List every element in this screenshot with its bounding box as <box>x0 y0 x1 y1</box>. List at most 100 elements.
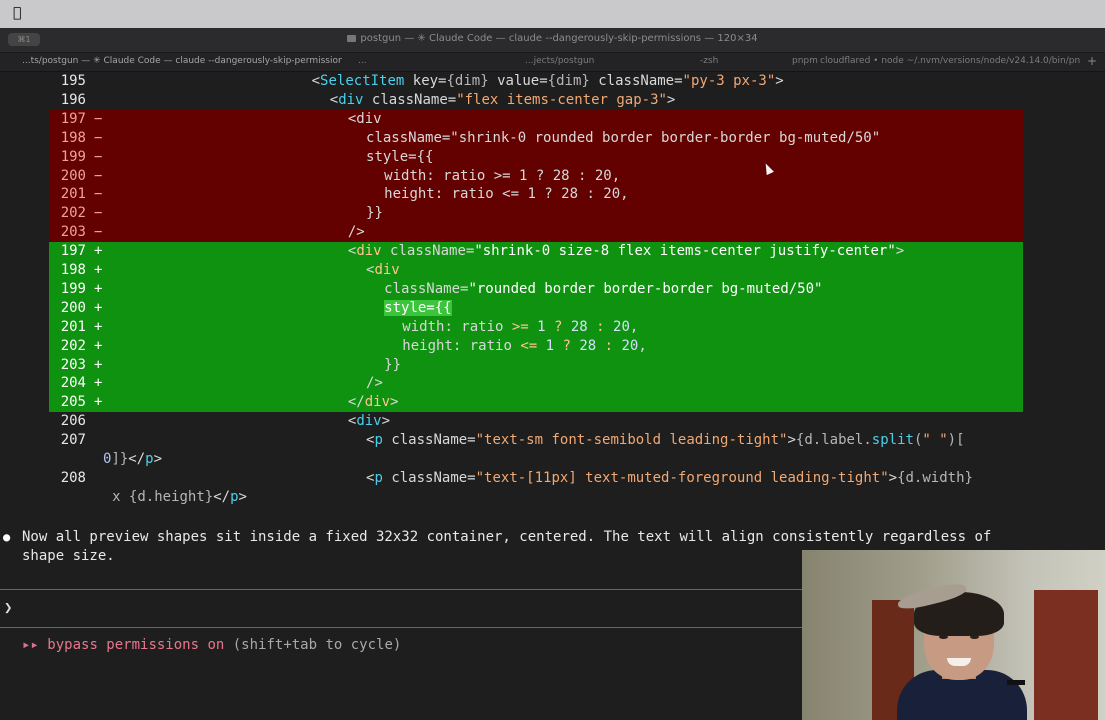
code-token: ? <box>554 337 571 354</box>
code-token: div <box>356 243 382 260</box>
code-token: > <box>787 432 796 449</box>
apple-logo-icon[interactable]:  <box>13 5 21 21</box>
tab-pnpm[interactable]: pnpm <box>792 56 822 66</box>
code-text: <div> <box>348 412 390 431</box>
line-number: 199 <box>60 148 86 165</box>
diff-marker: + <box>94 318 103 335</box>
code-text: <div <box>366 261 400 280</box>
line-number: 204 <box>60 375 86 392</box>
tab-claude-code[interactable]: ...ts/postgun — ✳ Claude Code — claude -… <box>22 56 342 66</box>
code-token: ]} <box>111 451 129 467</box>
code-token: style={{ <box>384 299 452 316</box>
diff-context-line: 208 <p className="text-[11px] text-muted-… <box>0 469 1105 488</box>
code-token: 20 <box>613 337 639 354</box>
diff-marker: + <box>94 280 103 297</box>
diff-added-line: 199 + className="rounded border border-bor… <box>0 280 1105 299</box>
permissions-status: ▸▸ bypass permissions on (shift+tab to c… <box>22 637 401 653</box>
code-token: 1 <box>528 318 546 335</box>
diff-marker: + <box>94 299 103 316</box>
line-number: 207 <box>60 432 86 449</box>
code-token: > <box>666 91 676 108</box>
diff-added-line: 205 + </div> <box>0 393 1105 412</box>
diff-added-line: 203 +}} <box>0 356 1105 375</box>
code-token: style={{ <box>366 148 434 165</box>
code-text: style={{ <box>366 148 433 167</box>
diff-marker: − <box>94 186 103 203</box>
code-token: p <box>230 488 239 505</box>
line-number: 205 <box>60 394 86 411</box>
line-number: 201 <box>60 318 86 335</box>
code-token: split <box>871 432 914 449</box>
code-token: > <box>238 488 247 505</box>
diff-added-line: 197 + <div className="shrink-0 size-8 flex… <box>0 242 1105 261</box>
line-number: 198 <box>60 262 86 278</box>
code-token: > <box>390 394 399 411</box>
code-token: width: ratio >= 1 ? 28 : 20, <box>384 167 621 184</box>
diff-added-line: 198 + <div <box>0 261 1105 280</box>
code-token: /> <box>347 224 365 241</box>
code-token: width: ratio <box>402 318 512 335</box>
code-text: <p className="text-[11px] text-muted-for… <box>366 469 973 488</box>
code-token: p <box>145 451 154 467</box>
code-token: className= <box>363 91 457 108</box>
code-token: SelectItem <box>320 73 405 89</box>
diff-removed-line: 203− /> <box>0 223 1105 242</box>
new-tab-button[interactable]: + <box>1087 54 1097 68</box>
diff-marker: + <box>94 243 103 260</box>
code-text: <div className="shrink-0 size-8 flex ite… <box>348 242 904 261</box>
code-token: "flex items-center gap-3" <box>456 91 667 108</box>
prompt-divider-top <box>0 589 830 590</box>
diff-marker: + <box>94 356 103 373</box>
code-token: "py-3 px-3" <box>682 73 776 89</box>
code-text: }} <box>366 204 383 223</box>
webcam-person-eye <box>939 635 948 639</box>
diff-added-line: 202 + height: ratio <= 1 ? 28 : 20, <box>0 337 1105 356</box>
line-number: 203 <box>60 224 86 241</box>
line-number: 200 <box>60 299 86 316</box>
tab-overflow[interactable]: ... <box>358 56 378 66</box>
line-number: 200 <box>60 167 86 184</box>
diff-marker: − <box>94 110 103 127</box>
code-text: <div <box>348 110 382 129</box>
line-number: 208 <box>60 469 86 486</box>
line-number: 197 <box>60 243 86 260</box>
line-number: 206 <box>60 413 86 430</box>
code-text: height: ratio <= 1 ? 28 : 20, <box>402 337 646 356</box>
code-token: >= <box>511 318 529 335</box>
code-token: > <box>381 413 391 430</box>
code-token: {dim} <box>446 73 489 89</box>
window-title-text: postgun — ✳ Claude Code — claude --dange… <box>360 33 758 44</box>
line-number: 196 <box>60 91 86 108</box>
code-token: height: ratio <box>402 337 521 354</box>
code-token: /> <box>366 375 383 392</box>
code-token: key= <box>404 73 447 89</box>
code-text: className="rounded border border-border … <box>384 280 822 299</box>
code-token: , <box>638 337 647 354</box>
code-text: <SelectItem key={dim} value={dim} classN… <box>312 72 784 91</box>
diff-marker: + <box>94 375 103 392</box>
code-token: 28 <box>562 318 588 335</box>
code-token: )[ <box>947 432 965 449</box>
diff-context-line: 195 <SelectItem key={dim} value={dim} cla… <box>0 72 1105 91</box>
code-token: ? <box>545 318 563 335</box>
tab-zsh[interactable]: -zsh <box>700 56 740 66</box>
code-text: height: ratio <= 1 ? 28 : 20, <box>384 185 628 204</box>
tab-bar: ...ts/postgun — ✳ Claude Code — claude -… <box>0 53 1105 72</box>
diff-removed-line: 200− width: ratio >= 1 ? 28 : 20, <box>0 167 1105 186</box>
tab-postgun[interactable]: ...jects/postgun <box>525 56 615 66</box>
diff-added-line: 201 + width: ratio >= 1 ? 28 : 20, <box>0 318 1105 337</box>
diff-context-line: 196 <div className="flex items-center gap… <box>0 91 1105 110</box>
window-title: postgun — ✳ Claude Code — claude --dange… <box>0 33 1105 44</box>
webcam-microphone <box>1007 680 1025 685</box>
code-token: > <box>153 451 163 467</box>
message-bullet-icon: ● <box>3 530 11 544</box>
tab-cloudflared[interactable]: cloudflared • node ~/.nvm/versions/node/… <box>820 56 1080 66</box>
prompt-symbol: ❯ <box>4 600 13 616</box>
folder-icon <box>347 34 357 42</box>
diff-marker: + <box>94 262 103 278</box>
webcam-door-right <box>1034 590 1098 720</box>
diff-removed-line: 199− style={{ <box>0 148 1105 167</box>
code-token: div <box>364 394 391 411</box>
code-token: className= <box>381 243 475 260</box>
code-token: div <box>356 413 382 430</box>
